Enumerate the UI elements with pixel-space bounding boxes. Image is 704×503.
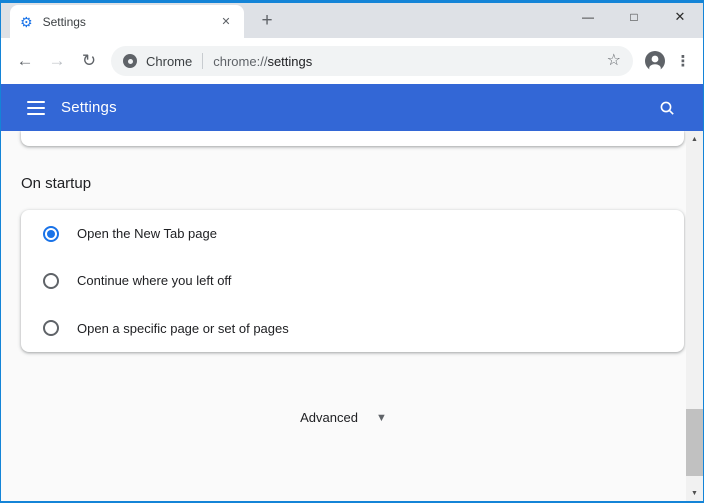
browser-menu-icon[interactable]: ⋮ [669,47,697,75]
advanced-button[interactable]: Advanced ▼ [1,410,686,425]
scroll-down-arrow[interactable]: ▼ [686,485,703,501]
search-glyph [659,100,675,116]
settings-content: On startup Open the New Tab page Continu… [1,131,703,501]
option-open-specific-pages[interactable]: Open a specific page or set of pages [21,305,684,352]
bookmark-star-icon[interactable]: ☆ [605,53,623,69]
tab-settings[interactable]: ⚙ Settings ✕ [10,5,244,38]
menu-hamburger-icon[interactable] [27,101,45,115]
tab-close-icon[interactable]: ✕ [218,14,234,30]
radio-label: Continue where you left off [77,273,231,288]
vertical-scrollbar[interactable]: ▲ ▼ [686,131,703,501]
profile-avatar-icon[interactable] [641,47,669,75]
browser-window: ⚙ Settings ✕ + — □ ✕ ← → ↻ Chrome chrome… [0,0,704,503]
radio-label: Open the New Tab page [77,226,217,241]
radio-button[interactable] [43,226,59,242]
minimize-button[interactable]: — [565,0,611,33]
scroll-up-arrow[interactable]: ▲ [686,131,703,147]
option-open-new-tab-page[interactable]: Open the New Tab page [21,210,684,257]
window-controls: — □ ✕ [565,0,703,33]
url-scheme: chrome:// [213,54,267,69]
maximize-button[interactable]: □ [611,0,657,33]
forward-button[interactable]: → [41,45,73,77]
radio-label: Open a specific page or set of pages [77,321,289,336]
close-window-button[interactable]: ✕ [657,0,703,33]
url-text: chrome://settings [213,54,604,69]
tab-title: Settings [43,15,218,29]
address-bar[interactable]: Chrome chrome://settings ☆ [111,46,633,76]
section-title-on-startup: On startup [21,174,686,194]
chevron-down-icon: ▼ [376,412,387,424]
settings-main: On startup Open the New Tab page Continu… [1,131,686,501]
on-startup-card: Open the New Tab page Continue where you… [21,210,684,352]
option-continue-where-left-off[interactable]: Continue where you left off [21,257,684,304]
scrollbar-thumb[interactable] [686,409,703,476]
scrollbar-track[interactable] [686,147,703,485]
reload-button[interactable]: ↻ [73,45,105,77]
new-tab-button[interactable]: + [253,7,281,35]
settings-header: Settings [1,84,703,131]
avatar-glyph [645,51,665,71]
settings-gear-icon: ⚙ [20,15,33,29]
chrome-site-icon [123,54,137,68]
radio-button[interactable] [43,273,59,289]
browser-toolbar: ← → ↻ Chrome chrome://settings ☆ ⋮ [1,38,703,84]
previous-section-card-edge [21,131,684,146]
advanced-label: Advanced [300,410,358,425]
url-separator [202,53,203,69]
tab-strip: ⚙ Settings ✕ + — □ ✕ [1,3,703,38]
site-label: Chrome [146,54,192,69]
search-icon[interactable] [652,93,682,123]
url-host: settings [267,54,312,69]
radio-button[interactable] [43,320,59,336]
back-button[interactable]: ← [9,45,41,77]
page-title: Settings [61,99,652,116]
